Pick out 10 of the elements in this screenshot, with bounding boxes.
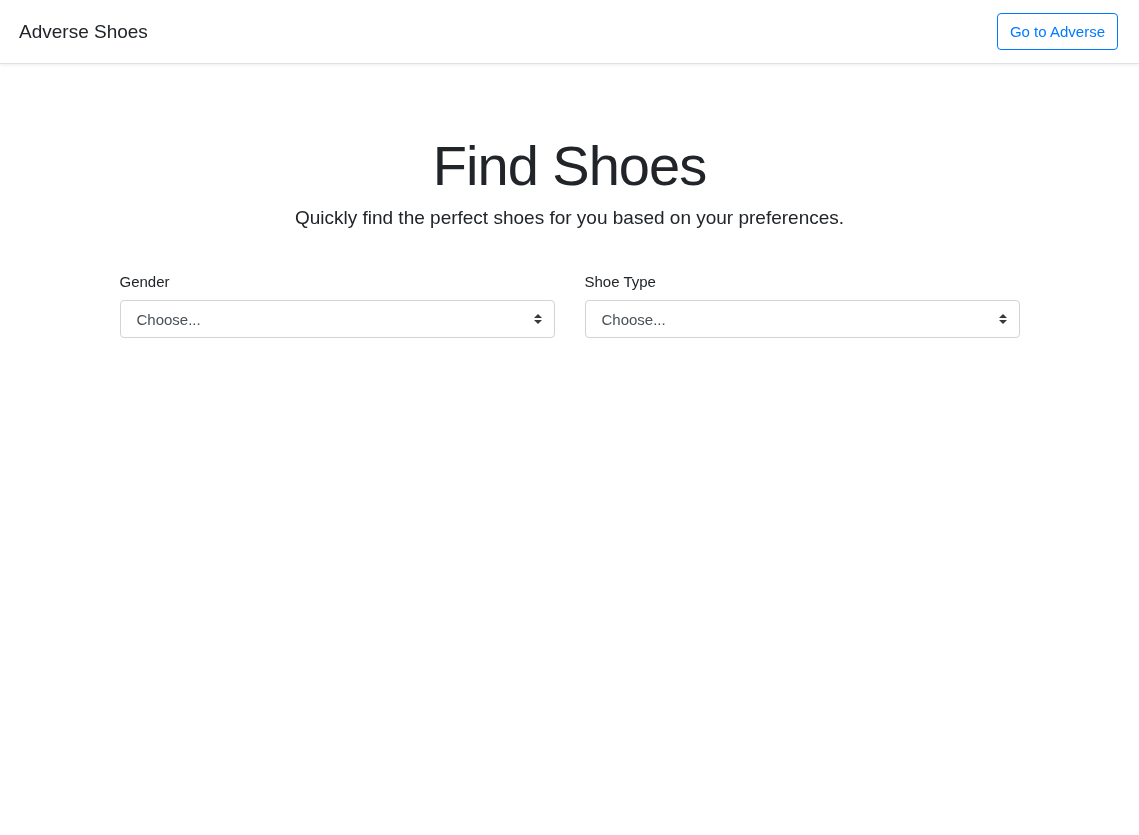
page-subtitle: Quickly find the perfect shoes for you based on your preferences. (294, 207, 845, 230)
field-label: Gender (119, 273, 171, 291)
page-title: Find Shoes (432, 133, 707, 199)
field-label: Shoe Type (584, 273, 657, 291)
updown-caret-icon (533, 314, 542, 325)
go-to-adverse-button[interactable]: Go to Adverse (996, 13, 1118, 50)
updown-caret-icon (998, 314, 1007, 325)
dropdown-select[interactable]: Choose... (584, 300, 1020, 339)
brand-name[interactable]: Adverse Shoes (19, 20, 148, 43)
dropdown-select[interactable]: Choose... (119, 300, 555, 339)
